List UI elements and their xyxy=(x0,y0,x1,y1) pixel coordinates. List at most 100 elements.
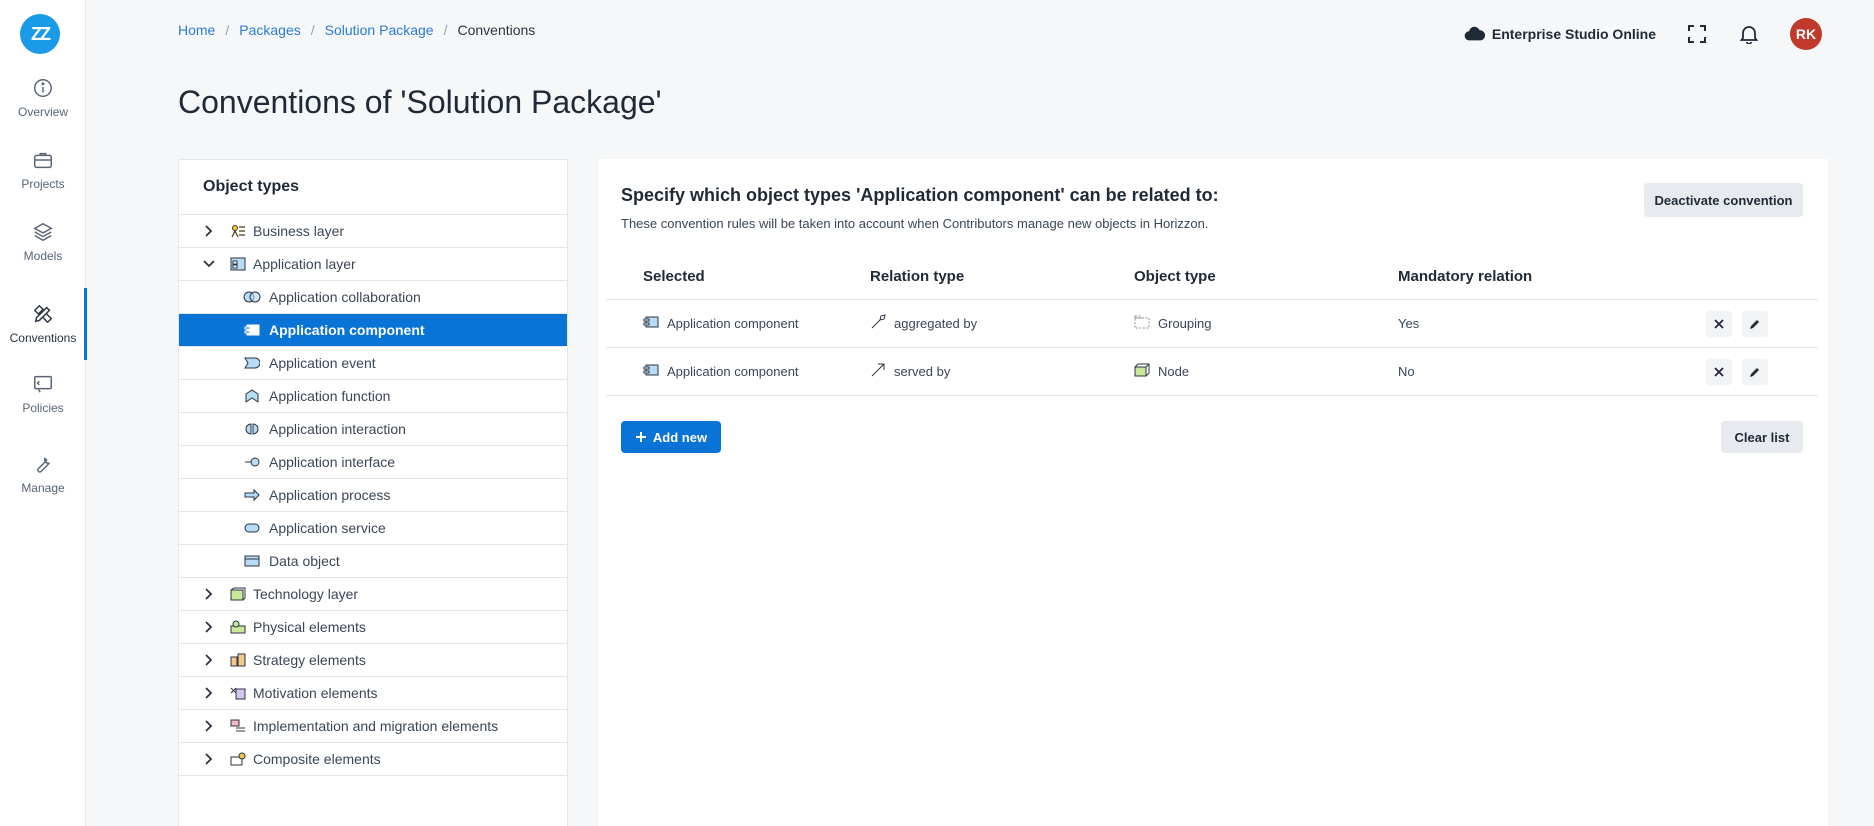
sidebar-item-label: Projects xyxy=(21,177,65,191)
app-logo[interactable]: ZZ xyxy=(20,14,60,54)
sidebar-item-label: Conventions xyxy=(9,331,77,345)
tree-item-label: Motivation elements xyxy=(253,685,378,701)
topbar-actions: Enterprise Studio Online RK xyxy=(1464,18,1822,50)
tree-item-physical-elements[interactable]: Physical elements xyxy=(179,611,567,644)
application-component-icon xyxy=(643,316,659,331)
convention-description: These convention rules will be taken int… xyxy=(621,216,1209,231)
data-object-icon xyxy=(243,553,261,569)
chevron-right-icon[interactable] xyxy=(199,225,219,237)
grouping-icon xyxy=(1134,315,1150,332)
tree-item-motivation-elements[interactable]: Motivation elements xyxy=(179,677,567,710)
info-icon xyxy=(34,79,52,97)
sidebar-item-policies[interactable]: Policies xyxy=(0,360,86,428)
sidebar-item-manage[interactable]: Manage xyxy=(0,440,86,508)
breadcrumb-home[interactable]: Home xyxy=(178,22,215,38)
cell-relation-type: aggregated by xyxy=(894,316,978,331)
cell-object-type: Grouping xyxy=(1158,316,1212,331)
application-interaction-icon xyxy=(243,421,261,437)
tree-item-application-interaction[interactable]: Application interaction xyxy=(179,413,567,446)
business-layer-icon xyxy=(229,223,247,239)
sidebar-item-label: Policies xyxy=(22,401,64,415)
sidebar-item-models[interactable]: Models xyxy=(0,208,86,276)
chevron-right-icon[interactable] xyxy=(199,588,219,600)
tree-item-label: Strategy elements xyxy=(253,652,366,668)
fullscreen-icon xyxy=(1688,25,1706,43)
tree-item-application-collaboration[interactable]: Application collaboration xyxy=(179,281,567,314)
delete-row-button[interactable] xyxy=(1706,310,1732,337)
tree-item-label: Composite elements xyxy=(253,751,381,767)
breadcrumb-current: Conventions xyxy=(457,22,536,38)
aggregation-relation-icon xyxy=(870,314,886,333)
tree-item-implementation-migration[interactable]: Implementation and migration elements xyxy=(179,710,567,743)
page-title: Conventions of 'Solution Package' xyxy=(178,84,662,120)
column-header-relation-type: Relation type xyxy=(870,268,965,285)
chevron-down-icon[interactable] xyxy=(199,259,219,269)
pencil-icon xyxy=(1750,319,1759,329)
tree-item-business-layer[interactable]: Business layer xyxy=(179,215,567,248)
bell-icon xyxy=(1740,26,1758,44)
tree-item-application-service[interactable]: Application service xyxy=(179,512,567,545)
tree-item-application-process[interactable]: Application process xyxy=(179,479,567,512)
tree-item-application-layer[interactable]: Application layer xyxy=(179,248,567,281)
table-row: Application component served by Node No xyxy=(606,348,1818,396)
application-process-icon xyxy=(243,487,261,503)
chevron-right-icon[interactable] xyxy=(199,720,219,732)
chevron-right-icon[interactable] xyxy=(199,753,219,765)
tree-item-application-component[interactable]: Application component xyxy=(179,314,567,347)
chevron-right-icon[interactable] xyxy=(199,621,219,633)
tree-item-label: Business layer xyxy=(253,223,345,239)
application-collaboration-icon xyxy=(243,289,261,305)
tree-item-strategy-elements[interactable]: Strategy elements xyxy=(179,644,567,677)
tree-item-data-object[interactable]: Data object xyxy=(179,545,567,578)
sidebar-item-overview[interactable]: Overview xyxy=(0,64,86,132)
chevron-right-icon[interactable] xyxy=(199,654,219,666)
notifications-button[interactable] xyxy=(1738,23,1760,45)
tree-item-label: Application process xyxy=(269,487,391,503)
wrench-icon xyxy=(37,457,50,473)
tree-item-application-function[interactable]: Application function xyxy=(179,380,567,413)
briefcase-icon xyxy=(34,152,52,169)
table-row: Application component aggregated by Grou… xyxy=(606,300,1818,348)
tree-item-composite-elements[interactable]: Composite elements xyxy=(179,743,567,776)
breadcrumb-separator: / xyxy=(310,22,315,38)
column-header-mandatory: Mandatory relation xyxy=(1398,268,1533,285)
tree-item-label: Application function xyxy=(269,388,391,404)
breadcrumb-packages[interactable]: Packages xyxy=(239,22,300,38)
application-component-icon xyxy=(243,322,261,338)
breadcrumb-solution-package[interactable]: Solution Package xyxy=(325,22,434,38)
edit-row-button[interactable] xyxy=(1742,310,1768,337)
cell-selected: Application component xyxy=(667,316,799,331)
chevron-right-icon[interactable] xyxy=(199,687,219,699)
physical-elements-icon xyxy=(229,619,247,635)
sidebar-item-label: Manage xyxy=(21,481,65,495)
close-icon xyxy=(1714,366,1724,377)
node-icon xyxy=(1134,363,1150,380)
column-header-selected: Selected xyxy=(643,268,705,285)
tree-item-application-interface[interactable]: Application interface xyxy=(179,446,567,479)
serving-relation-icon xyxy=(870,362,886,381)
avatar[interactable]: RK xyxy=(1790,18,1822,50)
delete-row-button[interactable] xyxy=(1706,358,1732,385)
fullscreen-button[interactable] xyxy=(1686,23,1708,45)
convention-table: Selected Relation type Object type Manda… xyxy=(606,254,1818,396)
breadcrumb-separator: / xyxy=(443,22,448,38)
edit-row-button[interactable] xyxy=(1742,358,1768,385)
implementation-migration-icon xyxy=(229,718,247,734)
application-event-icon xyxy=(243,355,261,371)
tree-item-technology-layer[interactable]: Technology layer xyxy=(179,578,567,611)
application-function-icon xyxy=(243,388,261,404)
policy-icon xyxy=(34,375,52,393)
add-new-button[interactable]: Add new xyxy=(621,421,721,453)
cell-mandatory: Yes xyxy=(1398,316,1420,331)
technology-layer-icon xyxy=(229,586,247,602)
tree-item-application-event[interactable]: Application event xyxy=(179,347,567,380)
cloud-icon xyxy=(1464,26,1485,41)
pencil-icon xyxy=(1750,367,1759,377)
sidebar-item-conventions[interactable]: Conventions xyxy=(0,288,87,360)
breadcrumb: Home / Packages / Solution Package / Con… xyxy=(178,22,535,38)
sidebar-item-projects[interactable]: Projects xyxy=(0,136,86,204)
studio-switcher[interactable]: Enterprise Studio Online xyxy=(1464,26,1656,42)
cell-selected: Application component xyxy=(667,364,799,379)
clear-list-button[interactable]: Clear list xyxy=(1721,421,1803,453)
deactivate-convention-button[interactable]: Deactivate convention xyxy=(1644,183,1803,217)
